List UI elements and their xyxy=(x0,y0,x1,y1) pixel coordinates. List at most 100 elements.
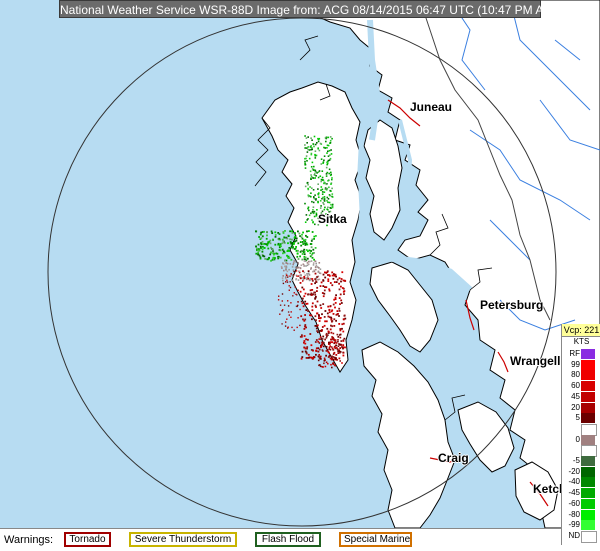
radar-echo xyxy=(261,250,264,253)
radar-echo xyxy=(256,249,259,252)
radar-echo xyxy=(314,169,317,172)
radar-echo xyxy=(268,257,270,259)
radar-echo xyxy=(295,250,298,252)
radar-echo xyxy=(289,238,291,241)
radar-echo xyxy=(311,279,314,282)
radar-echo xyxy=(314,157,317,159)
warning-special-marine-button[interactable]: Special Marine xyxy=(339,532,412,547)
radar-echo xyxy=(335,344,338,347)
radar-echo xyxy=(338,357,341,360)
radar-echo xyxy=(306,181,309,184)
radar-echo xyxy=(312,264,315,266)
radar-echo xyxy=(317,188,319,190)
legend-swatch xyxy=(581,359,595,370)
radar-echo xyxy=(317,193,319,195)
radar-echo xyxy=(259,257,262,260)
radar-echo xyxy=(302,288,305,291)
radar-echo xyxy=(314,260,316,262)
radar-echo xyxy=(290,242,293,245)
legend-entry-label: 0 xyxy=(575,434,580,444)
radar-echo xyxy=(325,350,328,352)
legend-swatch xyxy=(581,413,595,424)
radar-echo xyxy=(301,302,304,305)
radar-echo xyxy=(290,246,293,249)
legend-entry: -20 xyxy=(562,466,600,477)
warning-flash-flood-button[interactable]: Flash Flood xyxy=(255,532,321,547)
radar-echo xyxy=(332,277,335,280)
radar-echo xyxy=(289,286,292,289)
radar-echo xyxy=(307,270,310,273)
radar-echo xyxy=(314,153,316,156)
legend-swatch xyxy=(581,530,597,543)
radar-echo xyxy=(304,300,307,303)
radar-echo xyxy=(312,201,315,204)
radar-echo xyxy=(330,339,333,341)
radar-echo xyxy=(274,243,277,246)
radar-echo xyxy=(338,351,341,354)
radar-echo xyxy=(293,270,295,273)
radar-echo xyxy=(314,194,316,196)
radar-echo xyxy=(308,209,310,212)
radar-echo xyxy=(327,144,330,147)
radar-echo xyxy=(294,232,296,235)
radar-echo xyxy=(281,277,284,279)
radar-echo xyxy=(331,274,334,277)
radar-echo xyxy=(278,295,280,297)
radar-echo xyxy=(334,356,336,359)
radar-echo xyxy=(265,237,268,240)
radar-echo xyxy=(339,293,342,296)
radar-echo xyxy=(318,196,320,198)
warnings-bar: Warnings: Tornado Severe Thunderstorm Fl… xyxy=(0,528,561,551)
radar-echo xyxy=(304,238,307,241)
radar-echo xyxy=(310,344,313,347)
radar-echo xyxy=(331,178,333,181)
legend-entry: ND xyxy=(562,530,600,543)
radar-echo xyxy=(314,247,317,249)
legend-entry-label: 45 xyxy=(571,391,580,401)
radar-echo xyxy=(288,285,290,287)
radar-echo xyxy=(297,289,299,291)
radar-echo xyxy=(324,365,327,368)
radar-echo xyxy=(331,347,334,350)
radar-echo xyxy=(298,270,301,273)
radar-echo xyxy=(272,258,275,261)
radar-echo xyxy=(339,336,342,339)
legend-swatch xyxy=(581,477,595,488)
radar-echo xyxy=(318,356,320,359)
radar-echo xyxy=(290,273,292,275)
radar-echo xyxy=(316,312,318,315)
radar-echo xyxy=(324,136,327,139)
radar-echo xyxy=(338,307,341,310)
radar-echo xyxy=(263,247,266,249)
radar-echo xyxy=(327,150,329,153)
radar-echo xyxy=(301,297,304,300)
radar-echo xyxy=(306,151,309,153)
radar-echo xyxy=(331,205,334,208)
radar-echo xyxy=(299,324,301,327)
radar-echo xyxy=(334,273,337,276)
radar-echo xyxy=(331,366,333,369)
radar-echo xyxy=(335,275,337,278)
radar-echo xyxy=(320,205,322,207)
radar-echo xyxy=(342,339,344,342)
legend-entry: 20 xyxy=(562,402,600,413)
radar-echo xyxy=(322,335,325,338)
legend-swatch xyxy=(581,488,595,499)
radar-echo xyxy=(322,303,325,305)
radar-echo xyxy=(330,153,333,155)
radar-echo xyxy=(307,338,309,341)
warning-tornado-button[interactable]: Tornado xyxy=(64,532,111,547)
radar-echo xyxy=(323,200,326,202)
radar-echo xyxy=(281,242,284,245)
radar-echo xyxy=(292,263,294,266)
radar-echo xyxy=(263,230,265,233)
radar-echo xyxy=(318,317,320,319)
radar-echo xyxy=(312,177,314,179)
radar-echo xyxy=(342,290,345,293)
radar-echo xyxy=(320,338,322,340)
radar-echo xyxy=(301,356,304,358)
radar-echo xyxy=(329,341,332,343)
legend-swatch xyxy=(581,370,595,381)
radar-echo xyxy=(309,252,312,255)
warning-severe-thunderstorm-button[interactable]: Severe Thunderstorm xyxy=(129,532,237,547)
